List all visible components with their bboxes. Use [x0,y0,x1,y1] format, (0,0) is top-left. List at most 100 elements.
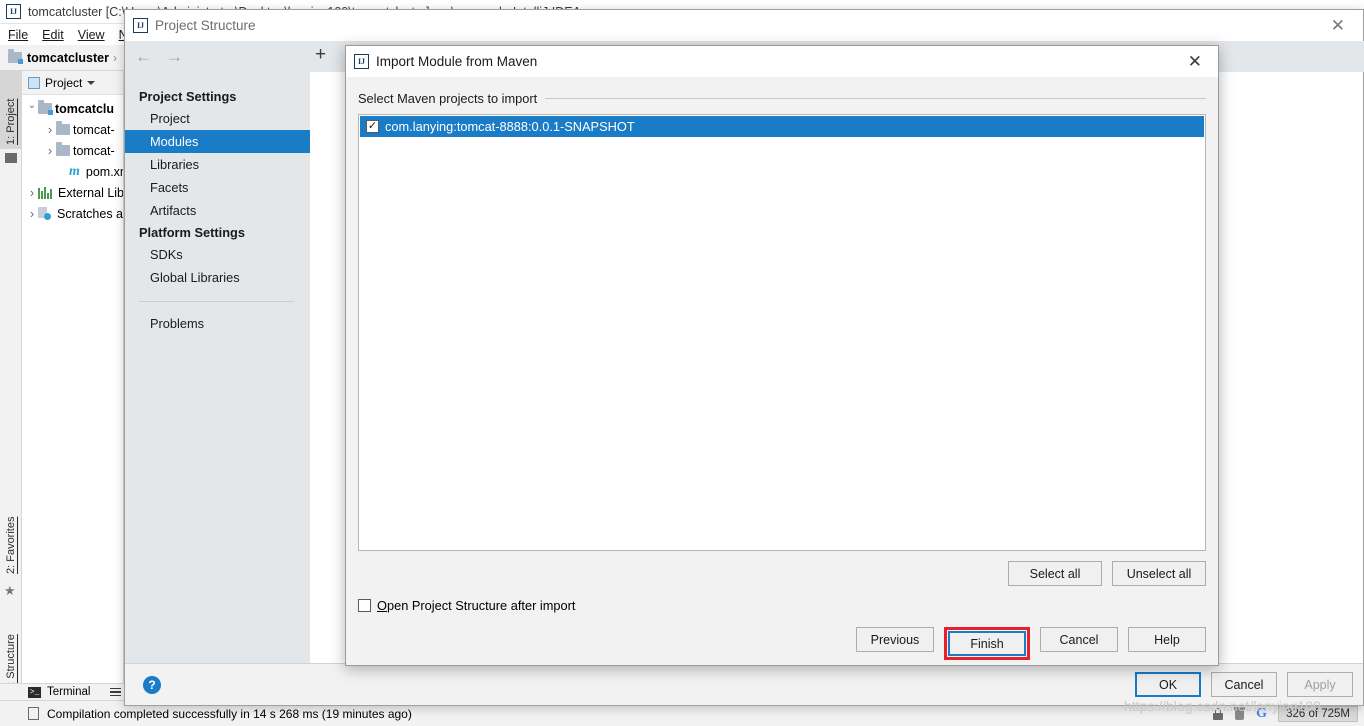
sidebar-item-libraries[interactable]: Libraries [125,153,310,176]
import-module-body: Select Maven projects to import ✓ com.la… [346,77,1218,665]
finish-button-highlight: Finish [944,627,1030,660]
arrow-left-icon[interactable]: ← [135,48,152,65]
sidebar-group-project-settings: Project Settings [139,89,237,104]
sidebar-item-structure[interactable]: 7: Structure [0,603,22,695]
sidebar-divider [139,301,294,302]
breadcrumb-separator-icon: › [112,50,117,65]
tool-tab-project-label: 1: Project [5,98,17,145]
import-module-dialog: IJ Import Module from Maven ✕ Select Mav… [345,45,1219,666]
menu-hamburger-icon[interactable] [110,687,122,697]
folder-icon [56,142,70,156]
terminal-icon: >_ [28,686,41,698]
tree-item-external-libraries[interactable]: External Lib [22,182,123,203]
unselect-all-button[interactable]: Unselect all [1112,561,1206,586]
chevron-down-icon[interactable] [87,80,96,85]
left-tool-window-strip: 1: Project 2: Favorites ★ 7: Structure [0,71,22,709]
section-rule [545,98,1206,99]
close-icon[interactable]: ✕ [1180,53,1210,70]
maven-projects-list[interactable]: ✓ com.lanying:tomcat-8888:0.0.1-SNAPSHOT [358,114,1206,551]
cancel-button[interactable]: Cancel [1211,672,1277,697]
project-tool-window-title: Project [45,75,83,90]
selection-buttons: Select all Unselect all [358,561,1206,586]
tree-item-tomcatcluster[interactable]: tomcatclu [22,98,123,119]
select-all-button[interactable]: Select all [1008,561,1102,586]
help-icon[interactable]: ? [143,675,161,694]
arrow-right-icon[interactable]: → [166,48,183,65]
status-message: Compilation completed successfully in 14… [47,706,412,721]
list-item[interactable]: ✓ com.lanying:tomcat-8888:0.0.1-SNAPSHOT [360,116,1204,137]
menu-edit-label: Edit [42,27,64,42]
import-module-title: Import Module from Maven [376,54,538,69]
sidebar-item-sdks[interactable]: SDKs [125,243,310,266]
sidebar-group-platform-settings: Platform Settings [139,225,245,240]
library-icon [38,186,52,199]
open-project-structure-label: Open Project Structure after import [377,598,575,613]
menu-item-view[interactable]: View [78,28,105,42]
document-icon [28,707,39,720]
previous-button[interactable]: Previous [856,627,934,652]
folder-icon [38,100,53,115]
sidebar-item-facets[interactable]: Facets [125,176,310,199]
ok-button[interactable]: OK [1135,672,1201,697]
section-header: Select Maven projects to import [358,91,1206,106]
chevron-down-icon[interactable] [26,103,38,114]
cancel-button[interactable]: Cancel [1040,627,1118,652]
folder-icon [5,153,17,163]
sidebar-item-global-libraries[interactable]: Global Libraries [125,266,310,289]
tree-item-label: tomcat- [73,122,115,137]
intellij-logo-icon: IJ [6,4,21,19]
list-item-label: com.lanying:tomcat-8888:0.0.1-SNAPSHOT [385,119,635,134]
menu-item-edit[interactable]: Edit [42,28,64,42]
maven-m-icon: m [69,163,80,179]
open-project-structure-option[interactable]: Open Project Structure after import [358,598,1206,613]
sidebar-item-artifacts[interactable]: Artifacts [125,199,310,222]
sidebar-item-modules[interactable]: Modules [125,130,310,153]
section-label: Select Maven projects to import [358,91,538,106]
close-icon[interactable]: ✕ [1321,17,1355,34]
chevron-right-icon[interactable] [44,143,56,158]
apply-button[interactable]: Apply [1287,672,1353,697]
chevron-right-icon[interactable] [26,206,38,221]
breadcrumb-label: tomcatcluster [27,50,109,65]
sidebar-item-project[interactable]: 1: Project [0,71,22,149]
project-icon [28,76,40,89]
tree-item-label: tomcatclu [55,101,115,116]
project-tool-window-header[interactable]: Project [22,71,123,95]
tree-item-label: Scratches a [57,206,124,221]
tree-item-tomcat-b[interactable]: tomcat- [22,140,123,161]
sidebar-item-problems[interactable]: Problems [125,312,310,335]
project-tool-window: Project tomcatclu tomcat- tomcat- m pom. [22,71,124,683]
menu-file-label: File [8,27,29,42]
menu-view-label: View [77,27,105,42]
screen-root: IJ tomcatcluster [C:\Users\Administrator… [0,0,1364,726]
tree-item-pom-xml[interactable]: m pom.xm [22,161,123,182]
chevron-right-icon[interactable] [44,122,56,137]
menu-item-file[interactable]: File [8,28,28,42]
tree-item-tomcat-a[interactable]: tomcat- [22,119,123,140]
project-structure-title: Project Structure [155,18,256,33]
sidebar-item-favorites[interactable]: 2: Favorites [0,486,22,578]
tree-item-label: pom.xm [85,164,123,179]
option-mnemonic: O [377,598,387,613]
tree-item-label: External Lib [58,185,124,200]
help-button[interactable]: Help [1128,627,1206,652]
import-module-title-bar: IJ Import Module from Maven ✕ [346,46,1218,77]
checkbox-unchecked-icon[interactable] [358,599,371,612]
breadcrumb[interactable]: tomcatcluster [8,49,109,65]
checkbox-checked-icon[interactable]: ✓ [366,120,379,133]
scratches-icon [38,207,51,220]
finish-button[interactable]: Finish [948,631,1026,656]
plus-icon[interactable]: + [315,45,326,64]
chevron-right-icon[interactable] [26,185,38,200]
project-structure-sidebar: Project Settings Project Modules Librari… [125,72,310,705]
sidebar-item-project[interactable]: Project [125,107,310,130]
tree-item-scratches[interactable]: Scratches a [22,203,123,224]
watermark-text: https://blog.csdn.net/lanying100 [1124,698,1321,714]
project-tree: tomcatclu tomcat- tomcat- m pom.xm Exter… [22,95,123,224]
bottom-tab-terminal-label[interactable]: Terminal [47,686,90,698]
dialog-action-buttons: Previous Finish Cancel Help [358,627,1206,660]
intellij-logo-icon: IJ [133,18,148,33]
tree-item-label: tomcat- [73,143,115,158]
tool-tab-favorites-label: 2: Favorites [5,516,17,574]
option-rest: pen Project Structure after import [386,598,576,613]
